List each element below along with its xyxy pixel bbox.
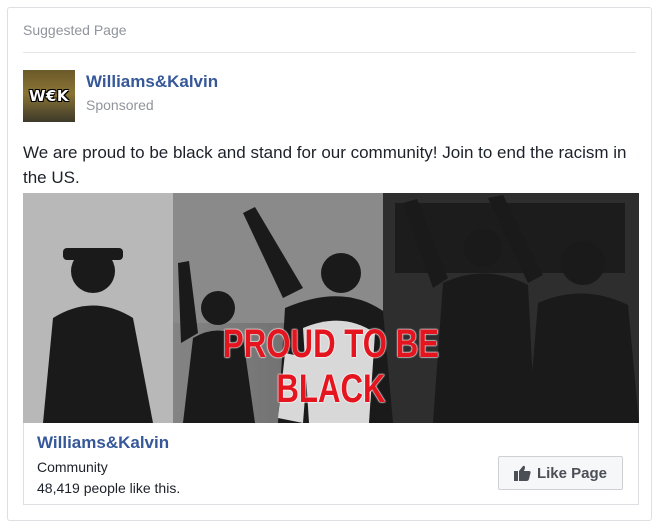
post-message: We are proud to be black and stand for o… [23,143,627,187]
thumbs-up-icon [513,465,531,481]
page-footer: Williams&Kalvin Community 48,419 people … [23,423,639,505]
suggested-page-label: Suggested Page [23,22,127,38]
suggested-page-card: Suggested Page W€K Williams&Kalvin Spons… [7,7,652,521]
ad-image[interactable]: PROUD TO BE BLACK [23,193,639,423]
headline-line-2: BLACK [276,367,386,411]
like-page-button[interactable]: Like Page [498,456,623,490]
footer-page-name-link[interactable]: Williams&Kalvin [37,433,169,453]
page-name-link[interactable]: Williams&Kalvin [86,72,218,92]
headline-line-1: PROUD TO BE [222,322,440,366]
like-page-label: Like Page [536,464,608,482]
sponsored-label[interactable]: Sponsored [86,97,154,113]
avatar-logo-text: W€K [28,87,70,105]
page-category: Community [37,459,108,475]
page-avatar[interactable]: W€K [23,70,75,122]
page-likes-count: 48,419 people like this. [37,480,181,496]
header-divider [23,52,636,53]
